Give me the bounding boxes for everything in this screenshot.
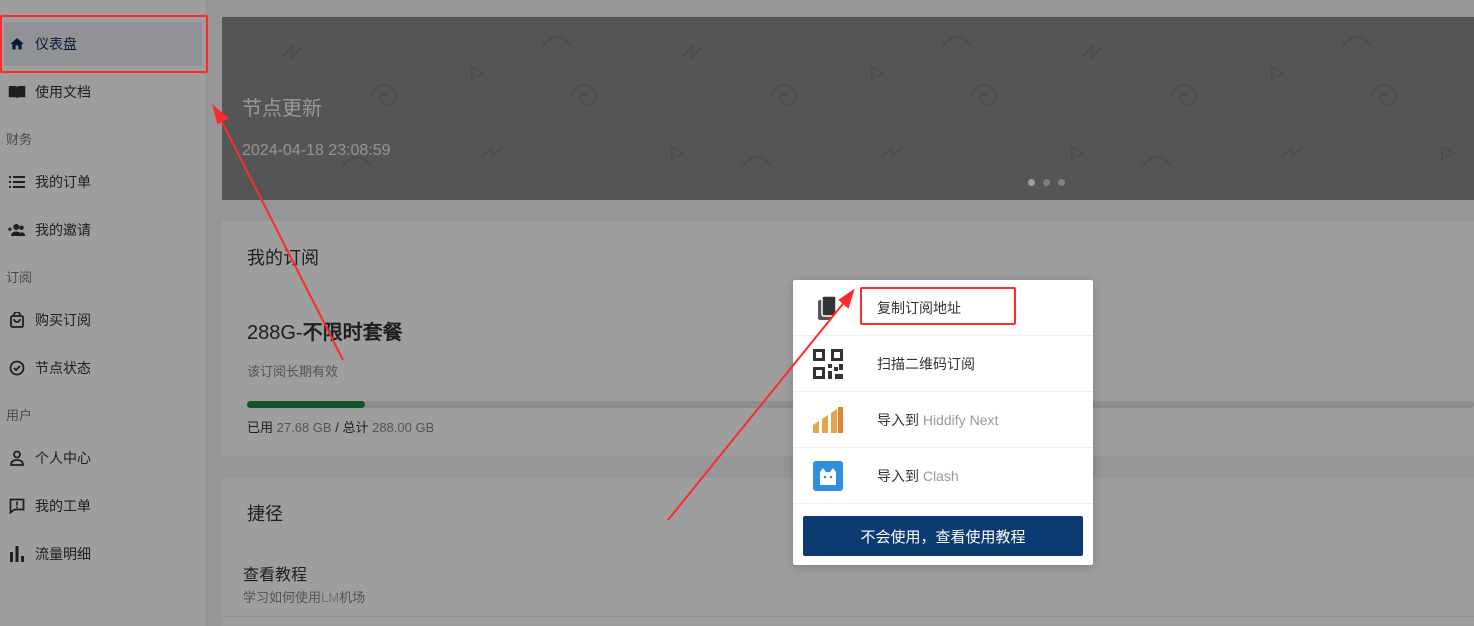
import-hiddify-item[interactable]: 导入到 Hiddify Next xyxy=(793,392,1093,448)
copy-icon xyxy=(813,293,843,323)
modal-backdrop[interactable] xyxy=(0,0,1474,626)
view-tutorial-button[interactable]: 不会使用，查看使用教程 xyxy=(803,516,1083,556)
import-hiddify-label: 导入到 Hiddify Next xyxy=(877,410,998,430)
hiddify-icon xyxy=(813,405,843,435)
import-clash-item[interactable]: 导入到 Clash xyxy=(793,448,1093,504)
scan-qr-item[interactable]: 扫描二维码订阅 xyxy=(793,336,1093,392)
qr-code-icon xyxy=(813,348,843,379)
import-prefix: 导入到 xyxy=(877,467,919,484)
annotation-box-dashboard xyxy=(0,15,208,73)
import-prefix: 导入到 xyxy=(877,411,919,428)
scan-qr-label: 扫描二维码订阅 xyxy=(877,355,975,372)
hiddify-name: Hiddify Next xyxy=(922,411,999,428)
clash-name: Clash xyxy=(922,467,959,484)
annotation-box-copy-url xyxy=(860,287,1016,325)
import-clash-label: 导入到 Clash xyxy=(877,466,959,486)
clash-cat-icon xyxy=(813,460,843,491)
